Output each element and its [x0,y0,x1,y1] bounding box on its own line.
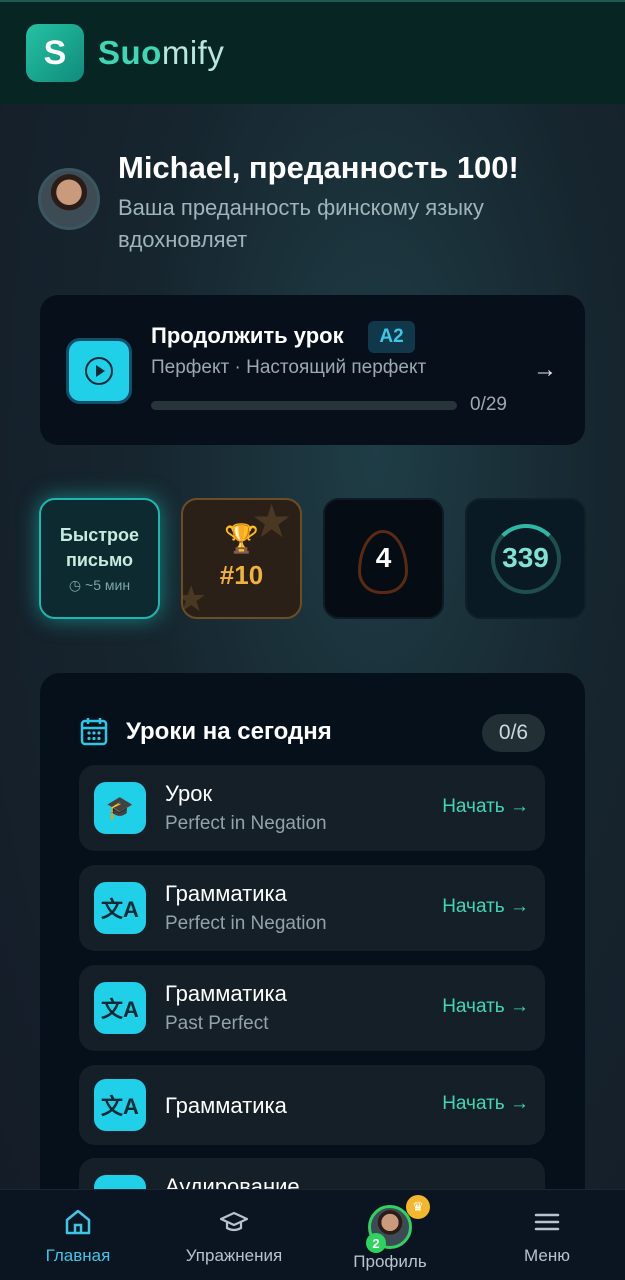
lesson-subtitle: Past Perfect [165,1013,269,1034]
lesson-title: Грамматика [165,1093,287,1118]
lesson-progress-label: 0/29 [470,394,507,415]
continue-lesson-title: Продолжить урок [151,323,344,348]
brand-part2: mify [161,34,225,71]
profile-level-badge: 2 [366,1233,386,1253]
user-avatar[interactable] [38,168,100,230]
lesson-progress-bar [151,401,457,410]
rank-value: #10 [219,560,264,590]
greeting-title: Michael, преданность 100! [118,150,519,185]
greeting-section: Michael, преданность 100! Ваша преданнос… [38,150,548,256]
brand-part1: Suo [98,34,162,71]
crown-icon: ♛ [406,1195,430,1219]
nav-exercises[interactable]: Упражнения [174,1190,294,1280]
play-button[interactable] [66,338,132,404]
nav-profile-label: Профиль [353,1252,427,1271]
lesson-title: Грамматика [165,981,287,1006]
score-tile[interactable]: 339 [465,498,586,619]
start-button[interactable]: Начать → [442,996,529,1018]
nav-home-label: Главная [45,1246,111,1265]
quick-writing-time: ◷ ~5 мин [68,577,131,593]
trophy-icon: 🏆 [224,523,259,554]
start-button[interactable]: Начать → [442,796,529,818]
nav-menu[interactable]: Меню [504,1190,590,1280]
nav-menu-label: Меню [524,1246,570,1265]
brand-name: Suomify [98,34,224,72]
lesson-title: Урок [165,781,213,806]
lesson-title: Грамматика [165,881,287,906]
nav-exercises-label: Упражнения [185,1246,283,1265]
translate-icon: 文A [94,982,146,1034]
calendar-icon [80,718,108,746]
app-logo[interactable]: S [26,24,84,82]
start-button[interactable]: Начать → [442,896,529,918]
score-value: 339 [502,542,549,573]
rank-tile[interactable]: ★ ★ 🏆 #10 [181,498,302,619]
translate-icon: 文A [94,882,146,934]
lesson-item[interactable]: 文A Грамматика Начать → [79,1065,545,1145]
streak-value: 4 [375,542,392,573]
nav-profile[interactable]: ♛ 2 Профиль [344,1190,436,1280]
today-lessons-count: 0/6 [482,714,545,752]
level-badge: A2 [368,321,415,353]
continue-lesson-card[interactable]: Продолжить урок A2 Перфект · Настоящий п… [40,295,585,445]
menu-icon [534,1213,560,1231]
logo-letter: S [43,33,67,72]
today-lessons-title: Уроки на сегодня [126,718,332,745]
play-icon [85,357,113,385]
lesson-item[interactable]: 🎓 Урок Perfect in Negation Начать → [79,765,545,851]
lesson-subtitle: Perfect in Negation [165,913,327,934]
app-header: S Suomify [0,0,625,104]
start-button[interactable]: Начать → [442,1093,529,1115]
nav-home[interactable]: Главная [20,1190,136,1280]
bottom-navigation: Главная Упражнения ♛ 2 Профиль Меню [0,1189,625,1280]
arrow-right-icon: → [533,356,557,383]
lesson-item[interactable]: 文A Грамматика Past Perfect Начать → [79,965,545,1051]
quick-writing-tile[interactable]: Быстрое письмо ◷ ~5 мин [39,498,160,619]
quick-writing-title: Быстрое письмо [59,525,140,570]
graduation-cap-icon [219,1211,249,1232]
greeting-subtitle: Ваша преданность финскому языку вдохновл… [118,195,484,252]
continue-lesson-subtitle: Перфект · Настоящий перфект [151,357,427,378]
graduation-cap-icon: 🎓 [94,782,146,834]
lesson-subtitle: Perfect in Negation [165,813,327,834]
streak-tile[interactable]: 4 [323,498,444,619]
lesson-item[interactable]: 文A Грамматика Perfect in Negation Начать… [79,865,545,951]
home-icon [65,1209,91,1235]
translate-icon: 文A [94,1079,146,1131]
